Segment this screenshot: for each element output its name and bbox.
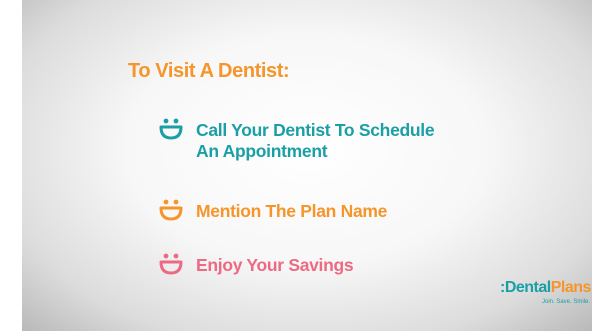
smile-icon	[159, 199, 183, 221]
step-line: Enjoy Your Savings	[196, 255, 354, 275]
smile-icon	[159, 118, 183, 140]
slide: To Visit A Dentist: Call Your Dentist To…	[22, 0, 592, 331]
step-enjoy-savings: Enjoy Your Savings	[158, 253, 354, 277]
logo-tagline: Join. Save. Smile.	[542, 299, 591, 305]
step-mention-plan: Mention The Plan Name	[158, 199, 387, 223]
dentalplans-logo: :DentalPlans	[500, 279, 591, 297]
logo-plans: Plans	[550, 279, 592, 296]
step-line: Mention The Plan Name	[196, 201, 388, 221]
logo-dental: Dental	[504, 279, 551, 296]
step-text: Enjoy Your Savings	[196, 255, 354, 276]
step-text: Mention The Plan Name	[196, 201, 387, 222]
slide-heading: To Visit A Dentist:	[128, 60, 290, 82]
step-line: Call Your Dentist To Schedule	[196, 120, 435, 140]
step-text: Call Your Dentist To Schedule An Appoint…	[196, 120, 435, 162]
step-call-dentist: Call Your Dentist To Schedule An Appoint…	[158, 118, 435, 162]
video-frame: To Visit A Dentist: Call Your Dentist To…	[0, 0, 614, 331]
smile-icon	[159, 253, 183, 275]
step-line: An Appointment	[196, 141, 328, 161]
